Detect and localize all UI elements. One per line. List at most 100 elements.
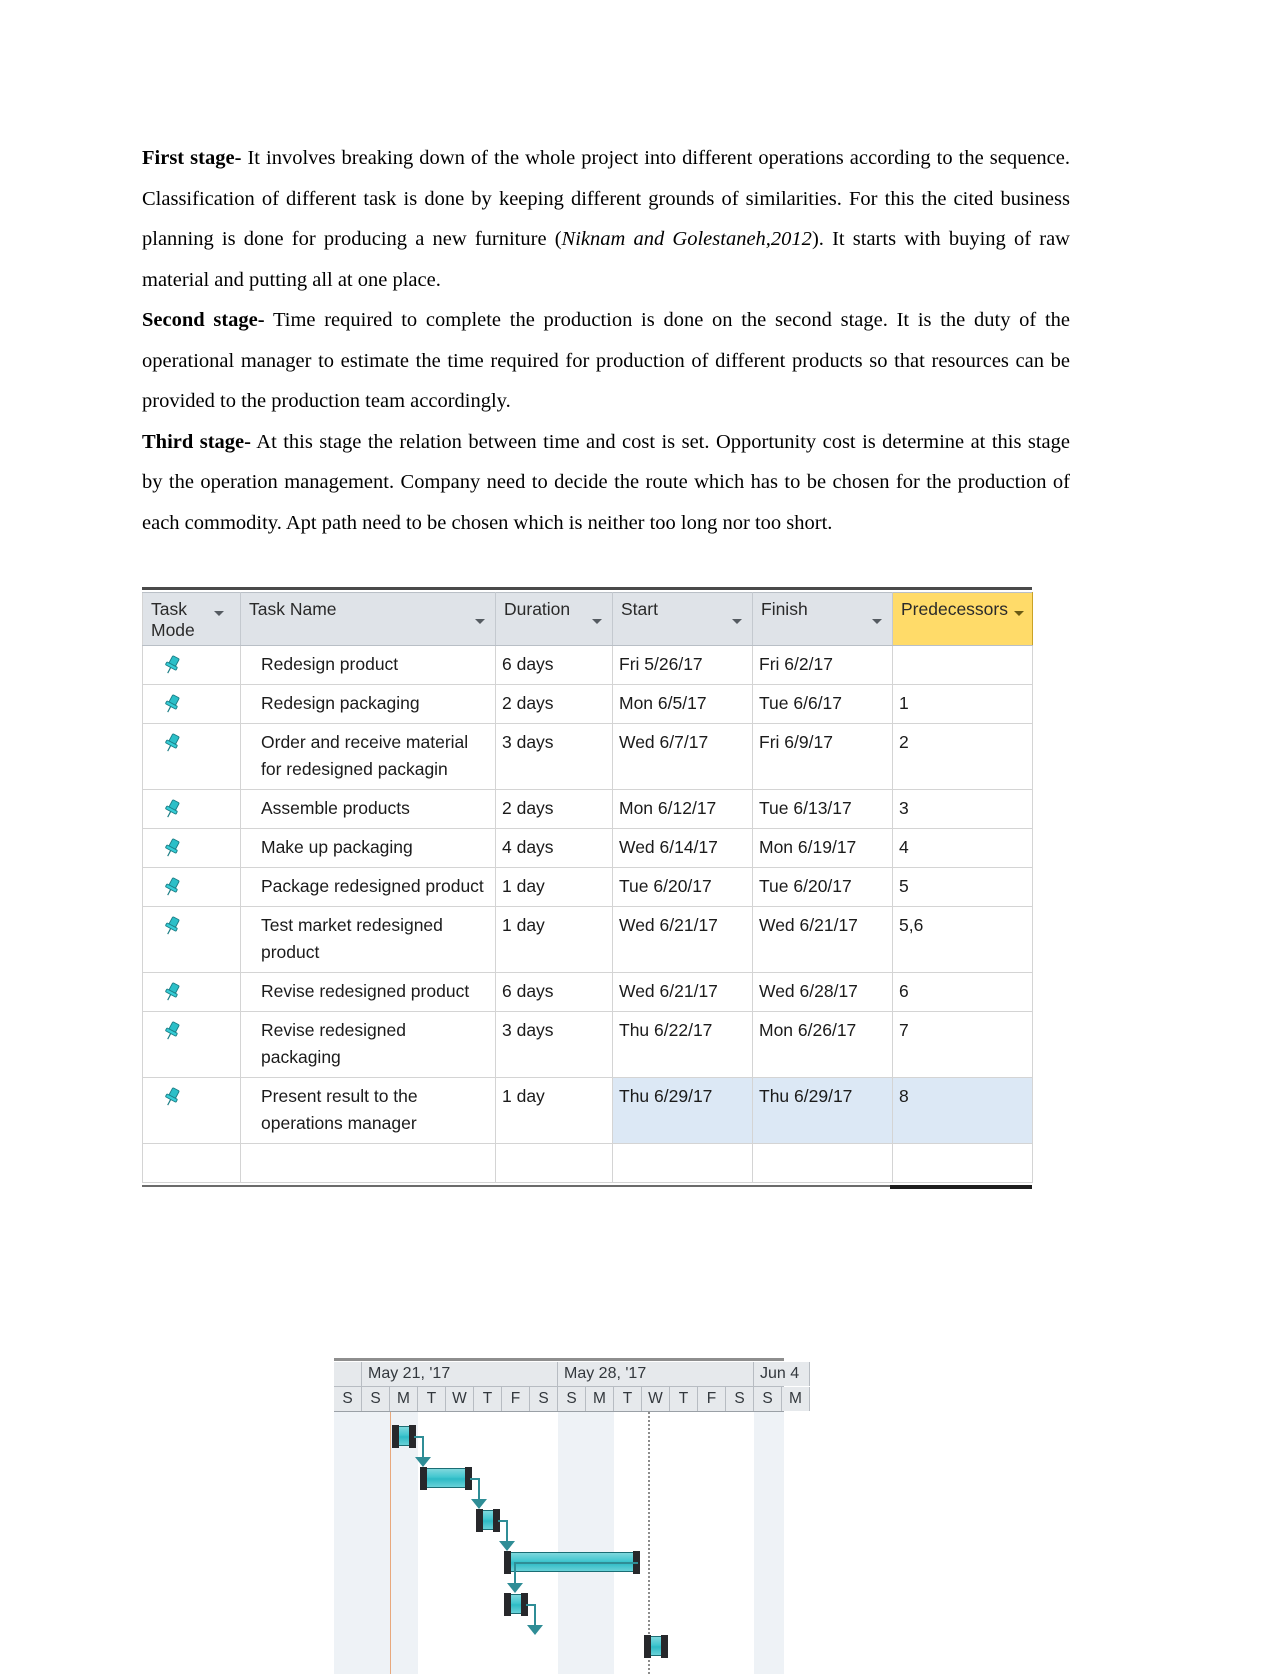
cell-finish[interactable]: Mon 6/26/17 [752, 1011, 893, 1078]
cell-task-name[interactable]: Test market redesigned product [240, 906, 496, 973]
cell-empty[interactable] [142, 1143, 241, 1183]
cell-predecessors[interactable]: 1 [892, 684, 1033, 724]
cell-duration[interactable]: 1 day [495, 906, 613, 973]
cell-task-name[interactable]: Package redesigned product [240, 867, 496, 907]
cell-start[interactable]: Wed 6/7/17 [612, 723, 753, 790]
table-row[interactable]: Make up packaging 4 days Wed 6/14/17 Mon 6/… [142, 828, 1033, 868]
cell-predecessors[interactable]: 4 [892, 828, 1033, 868]
cell-start[interactable]: Thu 6/29/17 [612, 1077, 753, 1144]
gantt-day-column [782, 1412, 784, 1674]
cell-task-name[interactable]: Assemble products [240, 789, 496, 829]
cell-empty[interactable] [495, 1143, 613, 1183]
cell-finish[interactable]: Tue 6/6/17 [752, 684, 893, 724]
cell-start[interactable]: Mon 6/5/17 [612, 684, 753, 724]
cell-finish[interactable]: Tue 6/20/17 [752, 867, 893, 907]
column-header-label: Predecessors [901, 599, 1008, 619]
cell-finish[interactable]: Mon 6/19/17 [752, 828, 893, 868]
cell-predecessors[interactable]: 7 [892, 1011, 1033, 1078]
cell-task-name[interactable]: Order and receive material for redesigne… [240, 723, 496, 790]
cell-task-mode[interactable] [142, 906, 241, 973]
cell-start[interactable]: Wed 6/21/17 [612, 972, 753, 1012]
cell-finish[interactable]: Wed 6/21/17 [752, 906, 893, 973]
cell-empty[interactable] [240, 1143, 496, 1183]
cell-task-name[interactable]: Make up packaging [240, 828, 496, 868]
cell-predecessors[interactable]: 5 [892, 867, 1033, 907]
cell-empty[interactable] [752, 1143, 893, 1183]
cell-duration[interactable]: 1 day [495, 867, 613, 907]
cell-predecessors[interactable]: 8 [892, 1077, 1033, 1144]
cell-duration[interactable]: 6 days [495, 972, 613, 1012]
table-row[interactable]: Test market redesigned product 1 day Wed 6… [142, 906, 1033, 973]
column-header-task-mode[interactable]: Task Mode [142, 592, 241, 646]
chevron-down-icon[interactable] [872, 619, 882, 624]
chevron-down-icon[interactable] [214, 611, 224, 616]
table-row[interactable]: Assemble products 2 days Mon 6/12/17 Tue 6/… [142, 789, 1033, 829]
gantt-link-arrow-icon [499, 1541, 515, 1551]
table-row[interactable]: Revise redesigned packaging 3 days Thu 6/2… [142, 1011, 1033, 1078]
column-header-start[interactable]: Start [612, 592, 753, 646]
cell-predecessors-value: 4 [899, 837, 909, 857]
chevron-down-icon[interactable] [475, 619, 485, 624]
cell-start[interactable]: Mon 6/12/17 [612, 789, 753, 829]
cell-predecessors[interactable] [892, 645, 1033, 685]
gantt-bar[interactable] [644, 1635, 668, 1658]
cell-task-mode[interactable] [142, 684, 241, 724]
table-row[interactable]: Order and receive material for redesigne… [142, 723, 1033, 790]
cell-duration[interactable]: 4 days [495, 828, 613, 868]
table-row[interactable]: Redesign packaging 2 days Mon 6/5/17 Tue 6/… [142, 684, 1033, 724]
cell-finish[interactable]: Wed 6/28/17 [752, 972, 893, 1012]
table-row[interactable]: Revise redesigned product 6 days Wed 6/21/… [142, 972, 1033, 1012]
cell-task-mode[interactable] [142, 645, 241, 685]
chevron-down-icon[interactable] [732, 619, 742, 624]
gantt-bars-area [334, 1412, 784, 1674]
table-row[interactable]: Present result to the operations manager… [142, 1077, 1033, 1144]
chevron-down-icon[interactable] [1014, 611, 1024, 616]
cell-task-name[interactable]: Present result to the operations manager [240, 1077, 496, 1144]
cell-predecessors[interactable]: 5,6 [892, 906, 1033, 973]
cell-task-mode[interactable] [142, 828, 241, 868]
table-row[interactable]: Package redesigned product 1 day Tue 6/20/… [142, 867, 1033, 907]
cell-start[interactable]: Thu 6/22/17 [612, 1011, 753, 1078]
cell-task-name[interactable]: Revise redesigned packaging [240, 1011, 496, 1078]
cell-duration[interactable]: 2 days [495, 789, 613, 829]
cell-finish[interactable]: Thu 6/29/17 [752, 1077, 893, 1144]
cell-start[interactable]: Wed 6/21/17 [612, 906, 753, 973]
cell-task-mode[interactable] [142, 867, 241, 907]
cell-task-name[interactable]: Revise redesigned product [240, 972, 496, 1012]
column-header-finish[interactable]: Finish [752, 592, 893, 646]
gantt-bar[interactable] [420, 1467, 472, 1490]
cell-duration[interactable]: 3 days [495, 723, 613, 790]
cell-empty[interactable] [612, 1143, 753, 1183]
table-row-empty[interactable] [142, 1143, 1033, 1183]
cell-start[interactable]: Wed 6/14/17 [612, 828, 753, 868]
cell-task-name[interactable]: Redesign packaging [240, 684, 496, 724]
cell-task-mode[interactable] [142, 1011, 241, 1078]
cell-task-mode[interactable] [142, 789, 241, 829]
cell-task-mode[interactable] [142, 972, 241, 1012]
cell-task-name[interactable]: Redesign product [240, 645, 496, 685]
cell-duration[interactable]: 3 days [495, 1011, 613, 1078]
cell-empty[interactable] [892, 1143, 1033, 1183]
cell-finish[interactable]: Fri 6/2/17 [752, 645, 893, 685]
cell-start[interactable]: Fri 5/26/17 [612, 645, 753, 685]
cell-finish[interactable]: Fri 6/9/17 [752, 723, 893, 790]
cell-predecessors[interactable]: 6 [892, 972, 1033, 1012]
table-row[interactable]: Redesign product 6 days Fri 5/26/17 Fri 6/2… [142, 645, 1033, 685]
cell-duration[interactable]: 6 days [495, 645, 613, 685]
cell-duration[interactable]: 1 day [495, 1077, 613, 1144]
cell-predecessors[interactable]: 2 [892, 723, 1033, 790]
column-header-task-name[interactable]: Task Name [240, 592, 496, 646]
gantt-bar[interactable] [476, 1509, 500, 1532]
column-header-duration[interactable]: Duration [495, 592, 613, 646]
cell-start[interactable]: Tue 6/20/17 [612, 867, 753, 907]
chevron-down-icon[interactable] [592, 619, 602, 624]
cell-predecessors[interactable]: 3 [892, 789, 1033, 829]
cell-finish[interactable]: Tue 6/13/17 [752, 789, 893, 829]
cell-finish-value: Fri 6/9/17 [759, 732, 833, 752]
cell-duration[interactable]: 2 days [495, 684, 613, 724]
gantt-bar[interactable] [504, 1593, 528, 1616]
column-header-predecessors[interactable]: Predecessors [892, 592, 1033, 646]
gantt-bar[interactable] [392, 1425, 416, 1448]
cell-task-mode[interactable] [142, 1077, 241, 1144]
cell-task-mode[interactable] [142, 723, 241, 790]
